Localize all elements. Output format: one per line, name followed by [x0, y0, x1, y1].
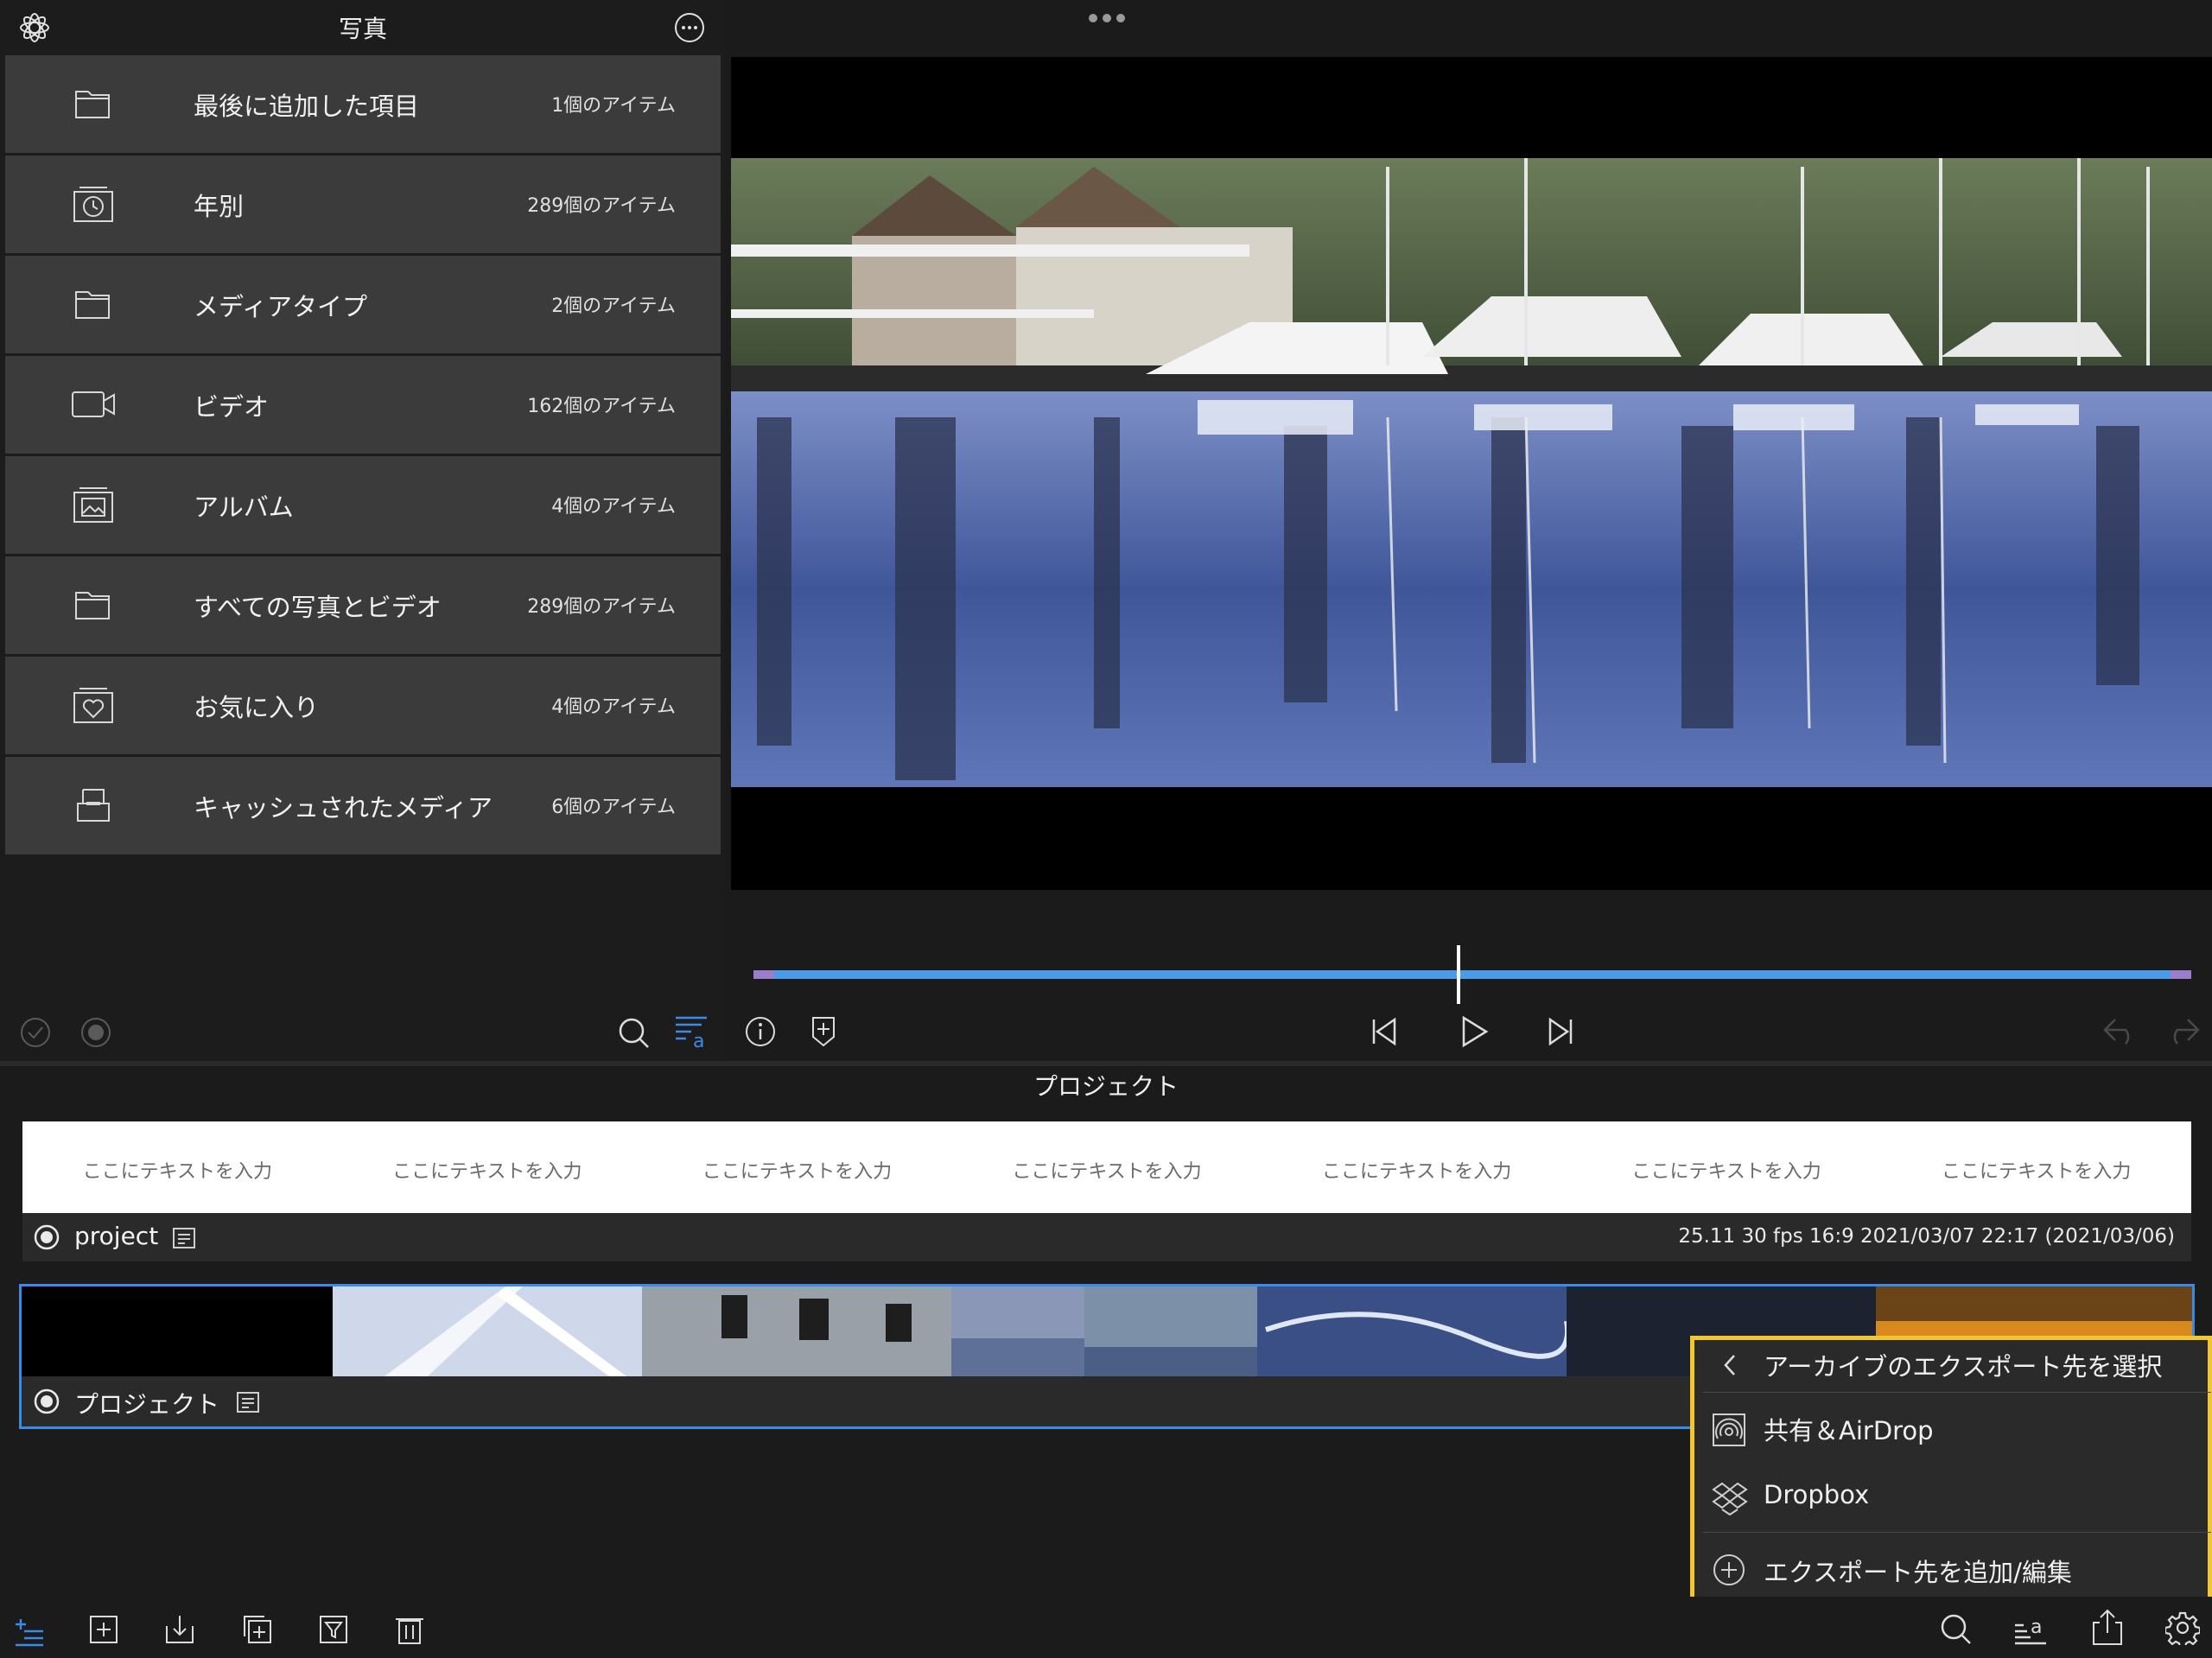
project-metadata: 25.11 30 fps 16:9 2021/03/07 22:17 (2021…: [1678, 1225, 2175, 1248]
scrubber-track[interactable]: [753, 970, 2191, 979]
title-text-placeholder[interactable]: ここにテキストを入力: [1890, 1156, 2183, 1184]
media-source-count: 6個のアイテム: [551, 797, 676, 818]
skip-back-icon[interactable]: [1369, 1016, 1400, 1047]
title-text-placeholder[interactable]: ここにテキストを入力: [1580, 1156, 1873, 1184]
dropbox-icon: [1712, 1482, 1748, 1516]
svg-text:a: a: [693, 1031, 704, 1052]
sort-filter-icon[interactable]: a: [672, 1013, 712, 1052]
media-source-label: メディアタイプ: [194, 292, 367, 321]
svg-text:a: a: [2031, 1617, 2042, 1638]
title-track-strip[interactable]: ここにテキストを入力 ここにテキストを入力 ここにテキストを入力 ここにテキストを入力…: [22, 1121, 2191, 1213]
airdrop-icon: [1712, 1413, 1746, 1447]
notes-icon[interactable]: [235, 1389, 261, 1415]
scrubber-out-marker[interactable]: [2171, 970, 2191, 979]
undo-icon[interactable]: [2101, 1016, 2139, 1047]
media-source-row[interactable]: すべての写真とビデオ 289個のアイテム: [5, 556, 721, 654]
clock-stack-icon: [71, 183, 116, 225]
media-source-count: 162個のアイテム: [527, 396, 676, 417]
record-icon[interactable]: [79, 1016, 112, 1049]
media-source-label: ビデオ: [194, 392, 270, 422]
media-source-count: 4個のアイテム: [551, 496, 676, 518]
skip-forward-icon[interactable]: [1545, 1016, 1576, 1047]
settings-gear-icon[interactable]: [2165, 1610, 2200, 1645]
video-preview[interactable]: [731, 158, 2212, 787]
playhead[interactable]: [1457, 945, 1460, 1004]
title-text-placeholder[interactable]: ここにテキストを入力: [30, 1156, 324, 1184]
back-chevron-icon[interactable]: [1720, 1352, 1739, 1378]
project-name: project: [74, 1222, 159, 1250]
folder-icon: [71, 283, 116, 325]
export-destination-popover: アーカイブのエクスポート先を選択 共有＆AirDrop Dropbox エクスポ…: [1690, 1336, 2212, 1605]
share-export-icon[interactable]: [2091, 1609, 2124, 1647]
redo-icon[interactable]: [2164, 1016, 2202, 1047]
tray-icon: [71, 785, 116, 826]
trash-icon[interactable]: [394, 1614, 425, 1645]
project-name: プロジェクト: [74, 1390, 220, 1419]
dropbox-label: Dropbox: [1764, 1480, 1870, 1509]
add-project-icon[interactable]: [88, 1614, 119, 1645]
media-source-row[interactable]: メディアタイプ 2個のアイテム: [5, 256, 721, 353]
add-circle-icon: [1712, 1553, 1746, 1587]
project-section-title: プロジェクト: [1033, 1072, 1179, 1101]
media-source-row[interactable]: アルバム 4個のアイテム: [5, 456, 721, 554]
select-check-icon[interactable]: [19, 1016, 52, 1049]
sort-filter-icon[interactable]: a: [2012, 1609, 2050, 1647]
browser-title: 写真: [338, 15, 387, 43]
media-source-count: 4個のアイテム: [551, 696, 676, 718]
media-source-row[interactable]: お気に入り 4個のアイテム: [5, 657, 721, 754]
folder-icon: [71, 584, 116, 626]
search-icon[interactable]: [617, 1016, 652, 1051]
scrubber-in-marker[interactable]: [753, 970, 774, 979]
add-edit-destination-label: エクスポート先を追加/編集: [1764, 1558, 2072, 1587]
notes-icon[interactable]: [171, 1225, 197, 1251]
media-source-count: 289個のアイテム: [527, 596, 676, 618]
media-source-label: 最後に追加した項目: [194, 92, 420, 121]
folder-icon: [71, 83, 116, 124]
browser-toolbar: a: [0, 1004, 726, 1061]
media-source-count: 289個のアイテム: [527, 195, 676, 217]
media-source-count: 2個のアイテム: [551, 295, 676, 317]
browser-header: 写真: [0, 0, 726, 55]
media-source-count: 1個のアイテム: [551, 95, 676, 117]
media-source-label: お気に入り: [194, 693, 320, 722]
heart-stack-icon: [71, 684, 116, 726]
info-icon[interactable]: [743, 1014, 778, 1049]
project-toolbar: a: [0, 1597, 2212, 1658]
media-source-label: キャッシュされたメディア: [194, 793, 493, 823]
panel-divider[interactable]: [0, 1061, 2212, 1066]
import-icon[interactable]: [164, 1614, 195, 1645]
title-text-placeholder[interactable]: ここにテキストを入力: [340, 1156, 634, 1184]
share-airdrop-label: 共有＆AirDrop: [1764, 1416, 1934, 1445]
window-grabber-icon[interactable]: [1087, 12, 1127, 24]
media-source-row[interactable]: キャッシュされたメディア 6個のアイテム: [5, 757, 721, 854]
play-icon[interactable]: [1459, 1014, 1490, 1049]
title-text-placeholder[interactable]: ここにテキストを入力: [650, 1156, 944, 1184]
media-source-label: すべての写真とビデオ: [194, 593, 442, 622]
more-options-icon[interactable]: [674, 12, 705, 43]
media-source-row[interactable]: 年別 289個のアイテム: [5, 156, 721, 253]
project-radio-icon[interactable]: [33, 1388, 60, 1415]
media-source-label: 年別: [194, 192, 245, 221]
title-text-placeholder[interactable]: ここにテキストを入力: [960, 1156, 1254, 1184]
duplicate-icon[interactable]: [242, 1614, 273, 1645]
project-radio-icon[interactable]: [33, 1223, 60, 1251]
filter-icon[interactable]: [318, 1614, 349, 1645]
photo-album-icon: [71, 484, 116, 525]
media-source-label: アルバム: [194, 492, 294, 522]
media-source-row[interactable]: 最後に追加した項目 1個のアイテム: [5, 55, 721, 153]
search-icon[interactable]: [1939, 1612, 1974, 1647]
popover-header: アーカイブのエクスポート先を選択: [1764, 1352, 2163, 1382]
video-camera-icon: [71, 384, 116, 425]
add-marker-icon[interactable]: [809, 1014, 838, 1049]
new-project-list-icon[interactable]: [12, 1614, 47, 1648]
title-text-placeholder[interactable]: ここにテキストを入力: [1270, 1156, 1564, 1184]
media-source-list: 最後に追加した項目 1個のアイテム 年別 289個のアイテム メディアタイプ 2個のアイテ…: [5, 55, 721, 857]
media-source-row[interactable]: ビデオ 162個のアイテム: [5, 356, 721, 454]
